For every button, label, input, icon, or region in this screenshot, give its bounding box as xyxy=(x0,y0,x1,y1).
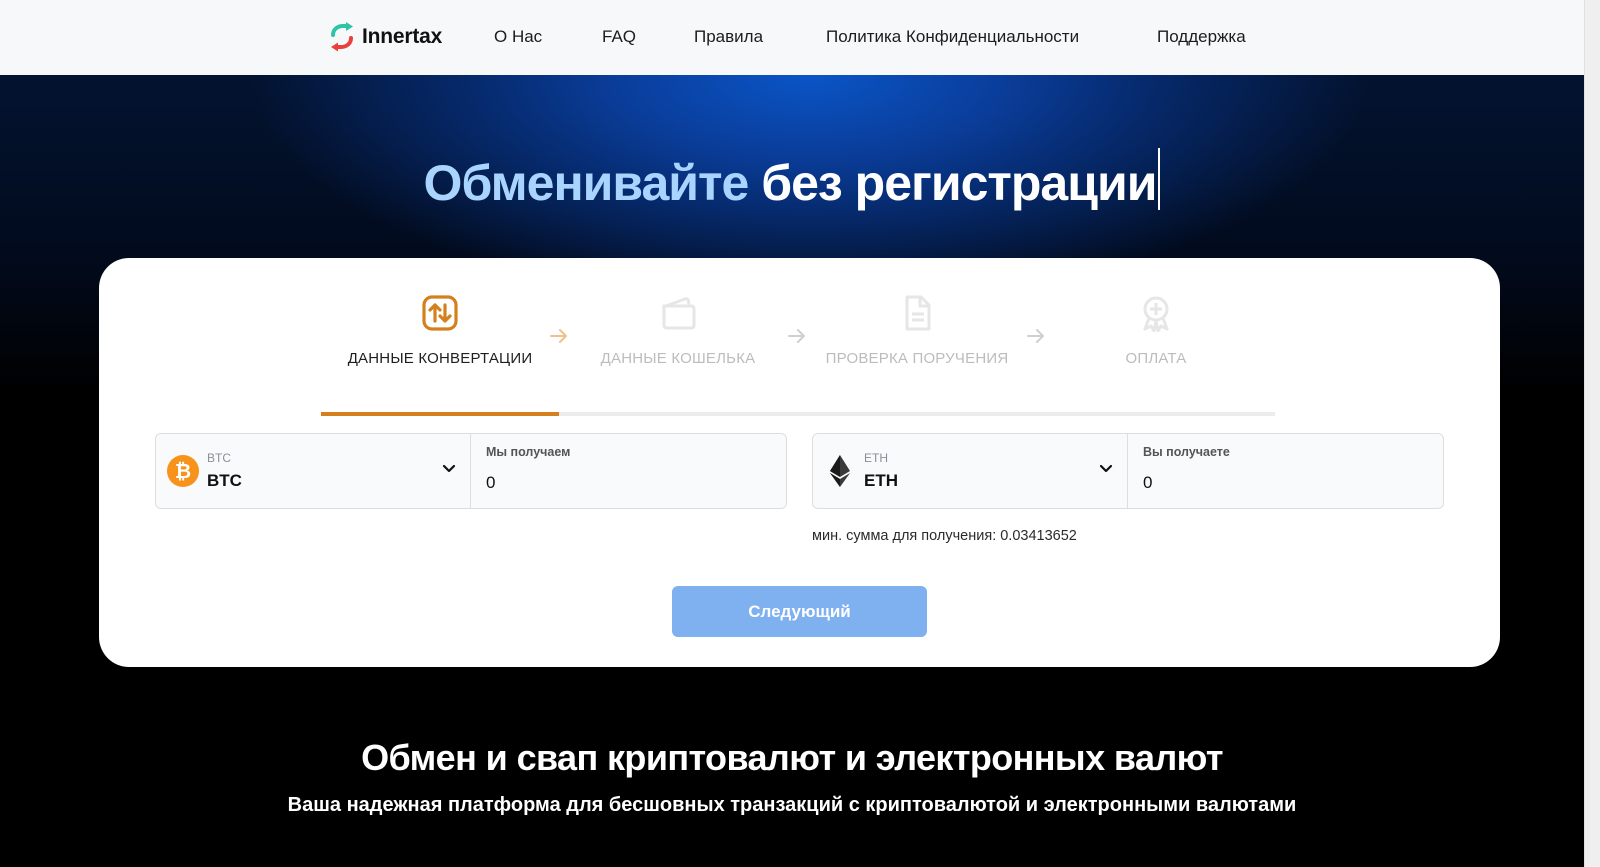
chevron-down-icon xyxy=(442,464,456,473)
swap-icon xyxy=(422,295,458,331)
min-amount-note: мин. сумма для получения: 0.03413652 xyxy=(812,528,1077,544)
ethereum-icon xyxy=(830,455,850,487)
section-title: Обмен и свап криптовалют и электронных в… xyxy=(361,737,1223,778)
step-conversion[interactable]: ДАННЫЕ КОНВЕРТАЦИИ xyxy=(321,294,559,376)
logo-text: Innertax xyxy=(362,25,443,48)
logo-swap-icon xyxy=(331,22,353,52)
award-icon xyxy=(1143,296,1169,332)
nav-support[interactable]: Поддержка xyxy=(1157,27,1246,47)
bitcoin-icon: ₿ xyxy=(167,455,199,487)
top-header: Innertax О Нас FAQ Правила Политика Конф… xyxy=(0,0,1600,75)
step-label: ДАННЫЕ КОШЕЛЬКА xyxy=(600,350,756,367)
svg-text:₿: ₿ xyxy=(175,461,191,483)
chevron-down-icon xyxy=(1099,464,1113,473)
hero-title-accent: Обменивайте xyxy=(423,155,750,211)
section-subtitle: Ваша надежная платформа для бесшовных тр… xyxy=(287,794,1297,816)
send-coin-code: BTC xyxy=(207,451,231,465)
step-progress-track xyxy=(321,412,1275,416)
wallet-icon xyxy=(662,297,696,330)
step-wallet[interactable]: ДАННЫЕ КОШЕЛЬКА xyxy=(559,294,797,376)
document-icon xyxy=(905,295,931,331)
hero-section: Обменивайте без регистрации ДАННЫЕ КОНВЕ… xyxy=(0,75,1584,867)
send-currency-select[interactable]: ₿ BTC BTC xyxy=(156,434,471,508)
receive-amount-input[interactable] xyxy=(1143,468,1423,498)
nav-rules[interactable]: Правила xyxy=(694,27,763,47)
nav-about[interactable]: О Нас xyxy=(494,27,542,47)
step-progress-fill xyxy=(321,412,559,416)
send-amount-box: Мы получаем xyxy=(471,434,786,508)
send-amount-label: Мы получаем xyxy=(486,445,571,459)
receive-group: ETH ETH Вы получаете xyxy=(812,433,1444,509)
send-group: ₿ BTC BTC Мы получаем xyxy=(155,433,787,509)
exchange-card: ДАННЫЕ КОНВЕРТАЦИИ ДАННЫЕ КОШЕЛЬКА ПРОВЕ… xyxy=(99,258,1500,667)
receive-amount-box: Вы получаете xyxy=(1128,434,1443,508)
step-review[interactable]: ПРОВЕРКА ПОРУЧЕНИЯ xyxy=(798,294,1036,376)
receive-coin-code: ETH xyxy=(864,451,888,465)
hero-title: Обменивайте без регистрации xyxy=(0,148,1584,212)
nav-faq[interactable]: FAQ xyxy=(602,27,636,47)
next-button[interactable]: Следующий xyxy=(672,586,927,637)
hero-title-rest: без регистрации xyxy=(761,155,1157,211)
step-label: ПРОВЕРКА ПОРУЧЕНИЯ xyxy=(825,350,1009,367)
send-amount-input[interactable] xyxy=(486,468,766,498)
stepper: ДАННЫЕ КОНВЕРТАЦИИ ДАННЫЕ КОШЕЛЬКА ПРОВЕ… xyxy=(321,294,1275,416)
logo[interactable]: Innertax xyxy=(328,22,442,52)
step-label: ОПЛАТА xyxy=(1125,350,1187,367)
receive-coin-name: ETH xyxy=(864,471,898,490)
text-caret xyxy=(1158,148,1161,210)
receive-currency-select[interactable]: ETH ETH xyxy=(813,434,1128,508)
receive-amount-label: Вы получаете xyxy=(1143,445,1230,459)
scrollbar[interactable] xyxy=(1584,0,1600,867)
nav-privacy[interactable]: Политика Конфиденциальности xyxy=(826,27,1079,47)
step-payment[interactable]: ОПЛАТА xyxy=(1037,294,1275,376)
send-coin-name: BTC xyxy=(207,471,242,490)
step-label: ДАННЫЕ КОНВЕРТАЦИИ xyxy=(347,350,533,367)
